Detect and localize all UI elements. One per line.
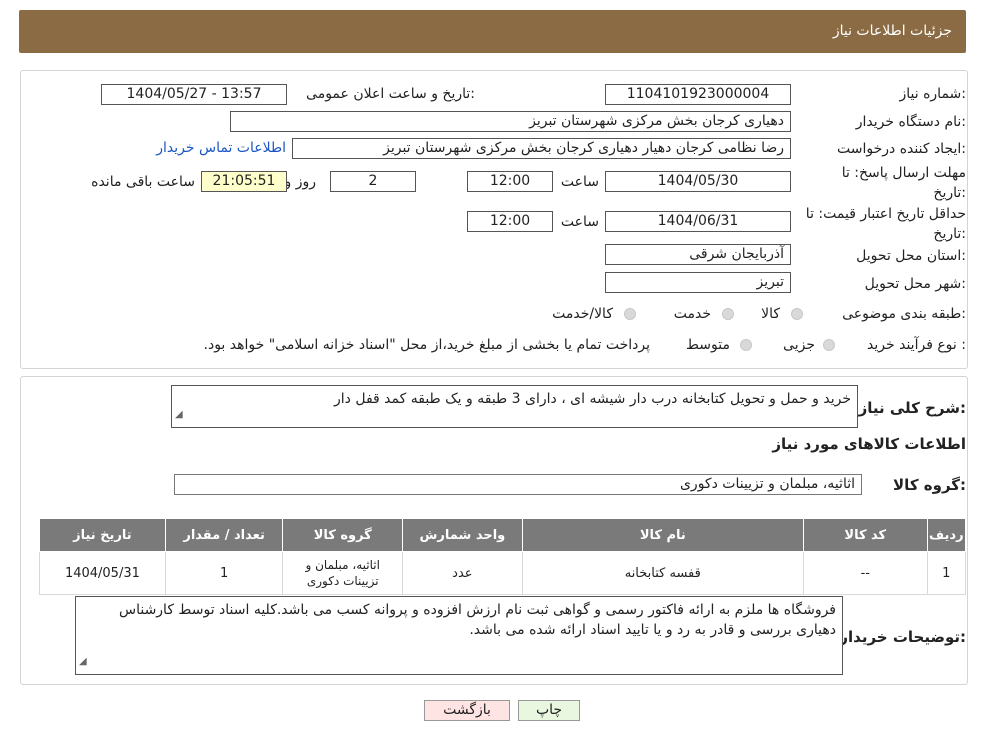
- goods-info-title: اطلاعات کالاهای مورد نیاز: [772, 435, 966, 453]
- table-header-row: ردیف کد کالا نام کالا واحد شمارش گروه کا…: [39, 518, 967, 552]
- process-radio-minor[interactable]: [823, 339, 835, 351]
- city-label: شهر محل تحویل:: [864, 276, 966, 292]
- buyer-notes-label: توضیحات خریدار:: [839, 628, 966, 646]
- cell-group: اثاثیه، مبلمان و تزیینات دکوری: [282, 551, 404, 595]
- validity-label-line1: حداقل تاریخ اعتبار قیمت: تا: [805, 206, 966, 222]
- category-option-goods-service: کالا/خدمت: [552, 306, 613, 322]
- col-header-name: نام کالا: [521, 518, 804, 552]
- table-row: 1 -- قفسه کتابخانه عدد اثاثیه، مبلمان و …: [39, 551, 967, 595]
- announce-label: تاریخ و ساعت اعلان عمومی:: [306, 86, 475, 102]
- cell-code: --: [802, 551, 928, 595]
- category-radio-goods-service[interactable]: [624, 308, 636, 320]
- goods-group-field: اثاثیه، مبلمان و تزیینات دکوری: [174, 474, 862, 495]
- col-header-group: گروه کالا: [282, 518, 404, 552]
- cell-name: قفسه کتابخانه: [521, 551, 804, 595]
- province-label: استان محل تحویل:: [856, 248, 966, 264]
- resize-grip-icon[interactable]: ◢: [175, 405, 183, 425]
- col-header-quantity: تعداد / مقدار: [164, 518, 284, 552]
- process-label: نوع فرآیند خرید :: [867, 337, 966, 353]
- process-radio-medium[interactable]: [740, 339, 752, 351]
- col-header-code: کد کالا: [802, 518, 928, 552]
- province-field: آذربایجان شرقی: [605, 244, 791, 265]
- back-button[interactable]: بازگشت: [424, 700, 510, 721]
- cell-quantity: 1: [164, 551, 284, 595]
- requester-label: ایجاد کننده درخواست:: [837, 141, 966, 157]
- need-number-label: شماره نیاز:: [899, 86, 966, 102]
- deadline-date-field: 1404/05/30: [605, 171, 791, 192]
- items-table: ردیف کد کالا نام کالا واحد شمارش گروه کا…: [39, 518, 967, 595]
- cell-row-number: 1: [926, 551, 967, 595]
- validity-time-label: ساعت: [560, 214, 599, 230]
- validity-time-field: 12:00: [467, 211, 553, 232]
- validity-label-line2: تاریخ:: [933, 226, 966, 242]
- remaining-label: ساعت باقی مانده: [91, 174, 195, 190]
- process-option-minor: جزیی: [783, 337, 815, 353]
- city-field: تبریز: [605, 272, 791, 293]
- description-label: شرح کلی نیاز:: [858, 399, 966, 417]
- days-field: 2: [330, 171, 416, 192]
- buyer-org-field: دهیاری کرجان بخش مرکزی شهرستان تبریز: [230, 111, 791, 132]
- description-textarea[interactable]: خرید و حمل و تحویل کتابخانه درب دار شیشه…: [171, 385, 858, 428]
- process-note: پرداخت تمام یا بخشی از مبلغ خرید،از محل …: [203, 337, 650, 353]
- page-header: جزئیات اطلاعات نیاز: [19, 10, 966, 53]
- need-number-field: 1104101923000004: [605, 84, 791, 105]
- category-label: طبقه بندی موضوعی:: [842, 306, 966, 322]
- resize-grip-icon[interactable]: ◢: [79, 652, 87, 672]
- col-header-date: تاریخ نیاز: [39, 518, 166, 552]
- days-label: روز و: [284, 174, 317, 190]
- validity-date-field: 1404/06/31: [605, 211, 791, 232]
- print-button[interactable]: چاپ: [518, 700, 580, 721]
- deadline-time-field: 12:00: [467, 171, 553, 192]
- col-header-unit: واحد شمارش: [402, 518, 523, 552]
- buyer-notes-textarea[interactable]: فروشگاه ها ملزم به ارائه فاکتور رسمی و گ…: [75, 596, 843, 675]
- page-title: جزئیات اطلاعات نیاز: [832, 23, 952, 39]
- buyer-org-label: نام دستگاه خریدار:: [855, 114, 966, 130]
- category-option-service: خدمت: [673, 306, 711, 322]
- category-radio-service[interactable]: [722, 308, 734, 320]
- deadline-label-line1: مهلت ارسال پاسخ: تا: [841, 165, 966, 181]
- process-option-medium: متوسط: [686, 337, 730, 353]
- cell-date: 1404/05/31: [39, 551, 166, 595]
- deadline-time-label: ساعت: [560, 174, 599, 190]
- announce-datetime-field: 1404/05/27 - 13:57: [101, 84, 287, 105]
- category-option-goods: کالا: [761, 306, 780, 322]
- description-text: خرید و حمل و تحویل کتابخانه درب دار شیشه…: [334, 391, 851, 407]
- cell-unit: عدد: [402, 551, 523, 595]
- buyer-notes-text: فروشگاه ها ملزم به ارائه فاکتور رسمی و گ…: [118, 602, 836, 638]
- buyer-contact-link[interactable]: اطلاعات تماس خریدار: [156, 140, 286, 156]
- deadline-label-line2: تاریخ:: [933, 185, 966, 201]
- goods-group-label: گروه کالا:: [893, 476, 966, 494]
- remaining-time-field: 21:05:51: [201, 171, 287, 192]
- category-radio-goods[interactable]: [791, 308, 803, 320]
- requester-field: رضا نظامی کرجان دهیار دهیاری کرجان بخش م…: [292, 138, 791, 159]
- col-header-row-number: ردیف: [926, 518, 967, 552]
